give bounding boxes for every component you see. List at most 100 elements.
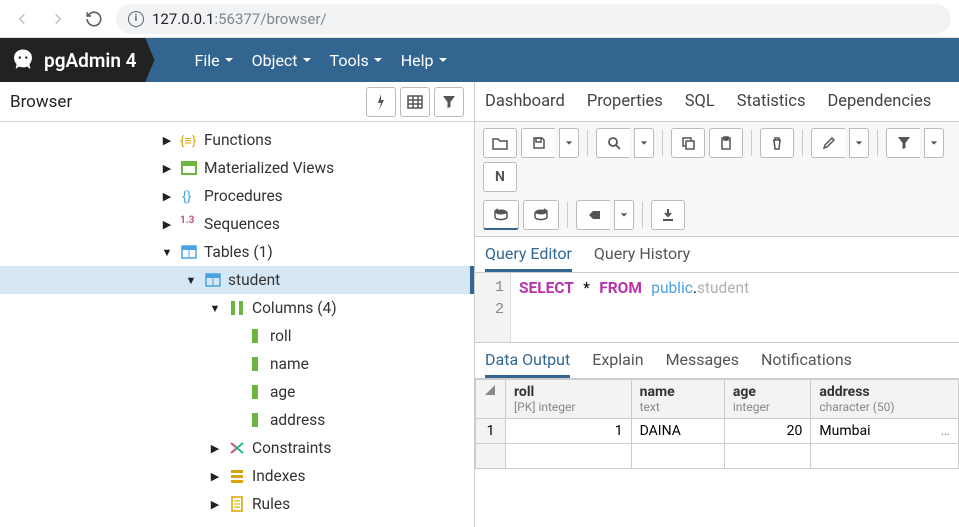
procedures-icon: {}	[180, 187, 198, 205]
column-icon	[246, 411, 264, 429]
nav-reload-button[interactable]	[80, 5, 108, 33]
nav-back-button[interactable]	[8, 5, 36, 33]
limit-button[interactable]: N	[483, 162, 517, 192]
browser-panel: Browser ▶{≡}Functions ▶Materialized View…	[0, 82, 475, 527]
result-grid[interactable]: roll[PK] integer nametext ageinteger add…	[475, 379, 959, 527]
matviews-icon	[180, 159, 198, 177]
tab-explain[interactable]: Explain	[592, 350, 643, 378]
col-header-roll[interactable]: roll[PK] integer	[506, 380, 632, 419]
cell-roll[interactable]: 1	[506, 419, 632, 444]
menu-object[interactable]: Object	[252, 51, 312, 70]
tree-col-address[interactable]: address	[0, 406, 474, 434]
browser-url-bar: i 127.0.0.1:56377/browser/	[0, 0, 959, 38]
column-icon	[246, 355, 264, 373]
tree-table-student[interactable]: ▼student	[0, 266, 474, 294]
tab-query-history[interactable]: Query History	[594, 244, 690, 272]
tree-tables[interactable]: ▼Tables (1)	[0, 238, 474, 266]
edit-button[interactable]	[811, 128, 845, 158]
tree-indexes[interactable]: ▶Indexes	[0, 462, 474, 490]
delete-button[interactable]	[760, 128, 794, 158]
table-row[interactable]: 1 1 DAINA 20 Mumbai…	[476, 419, 959, 444]
tab-data-output[interactable]: Data Output	[485, 350, 570, 378]
nav-forward-button[interactable]	[44, 5, 72, 33]
tree-columns[interactable]: ▼Columns (4)	[0, 294, 474, 322]
tree-col-roll[interactable]: roll	[0, 322, 474, 350]
open-file-button[interactable]	[483, 128, 517, 158]
tree-col-name[interactable]: name	[0, 350, 474, 378]
cell-age[interactable]: 20	[724, 419, 811, 444]
find-caret[interactable]	[634, 128, 654, 158]
columns-icon	[228, 299, 246, 317]
main-panel: Dashboard Properties SQL Statistics Depe…	[475, 82, 959, 527]
tree-col-age[interactable]: age	[0, 378, 474, 406]
tab-dependencies[interactable]: Dependencies	[827, 92, 931, 111]
column-icon	[246, 383, 264, 401]
rollback-button[interactable]	[483, 200, 519, 230]
query-subtabs: Query Editor Query History	[475, 237, 959, 273]
download-button[interactable]	[651, 200, 685, 230]
column-icon	[246, 327, 264, 345]
svg-text:{≡}: {≡}	[180, 134, 196, 149]
tree-rules[interactable]: ▶Rules	[0, 490, 474, 518]
rules-icon	[228, 495, 246, 513]
svg-text:{}: {}	[182, 189, 192, 205]
tab-query-editor[interactable]: Query Editor	[485, 244, 572, 272]
save-button[interactable]	[521, 128, 555, 158]
save-caret[interactable]	[559, 128, 579, 158]
tree-constraints[interactable]: ▶Constraints	[0, 434, 474, 462]
tree-sequences[interactable]: ▶1.3Sequences	[0, 210, 474, 238]
table-icon	[204, 271, 222, 289]
editor-code[interactable]: SELECT * FROM public.student	[511, 273, 959, 342]
edit-caret[interactable]	[849, 128, 869, 158]
col-header-name[interactable]: nametext	[631, 380, 724, 419]
query-tool-button[interactable]	[366, 87, 396, 117]
find-button[interactable]	[596, 128, 630, 158]
menu-tools[interactable]: Tools	[330, 51, 383, 70]
col-header-age[interactable]: ageinteger	[724, 380, 811, 419]
filter-rows-button[interactable]	[886, 128, 920, 158]
editor-gutter: 12	[475, 273, 511, 342]
sql-editor[interactable]: 12 SELECT * FROM public.student	[475, 273, 959, 343]
view-data-button[interactable]	[400, 87, 430, 117]
filter-button[interactable]	[434, 87, 464, 117]
tables-icon	[180, 243, 198, 261]
commit-button[interactable]	[523, 200, 559, 230]
filter-rows-caret[interactable]	[924, 128, 944, 158]
table-row-empty	[476, 444, 959, 469]
browser-label: Browser	[10, 92, 72, 112]
col-header-address[interactable]: addresscharacter (50)	[811, 380, 959, 419]
tree-matviews[interactable]: ▶Materialized Views	[0, 154, 474, 182]
clear-button[interactable]	[576, 200, 610, 230]
constraints-icon	[228, 439, 246, 457]
paste-button[interactable]	[709, 128, 743, 158]
url-field[interactable]: i 127.0.0.1:56377/browser/	[116, 4, 951, 34]
url-text: 127.0.0.1:56377/browser/	[152, 10, 327, 28]
tree-procedures[interactable]: ▶{}Procedures	[0, 182, 474, 210]
brand-label: pgAdmin 4	[44, 49, 137, 72]
copy-button[interactable]	[671, 128, 705, 158]
row-header-corner[interactable]	[476, 380, 506, 419]
menu-file[interactable]: File	[195, 51, 234, 70]
tab-properties[interactable]: Properties	[587, 92, 663, 111]
page-info-icon[interactable]: i	[128, 11, 144, 27]
elephant-icon	[10, 47, 36, 73]
menu-bar: File Object Tools Help	[155, 51, 448, 70]
cell-address[interactable]: Mumbai…	[811, 419, 959, 444]
clear-caret[interactable]	[614, 200, 634, 230]
functions-icon: {≡}	[180, 131, 198, 149]
row-number[interactable]: 1	[476, 419, 506, 444]
object-tree[interactable]: ▶{≡}Functions ▶Materialized Views ▶{}Pro…	[0, 122, 474, 527]
sequences-icon: 1.3	[180, 215, 198, 233]
tree-functions[interactable]: ▶{≡}Functions	[0, 126, 474, 154]
tab-dashboard[interactable]: Dashboard	[485, 92, 565, 111]
query-toolbar: N	[475, 122, 959, 237]
tab-statistics[interactable]: Statistics	[737, 92, 806, 111]
tab-messages[interactable]: Messages	[666, 350, 739, 378]
menu-help[interactable]: Help	[401, 51, 448, 70]
output-tabs: Data Output Explain Messages Notificatio…	[475, 343, 959, 379]
cell-name[interactable]: DAINA	[631, 419, 724, 444]
tab-notifications[interactable]: Notifications	[761, 350, 852, 378]
app-titlebar: pgAdmin 4 File Object Tools Help	[0, 38, 959, 82]
tab-sql[interactable]: SQL	[685, 92, 715, 111]
app-brand: pgAdmin 4	[0, 38, 155, 82]
